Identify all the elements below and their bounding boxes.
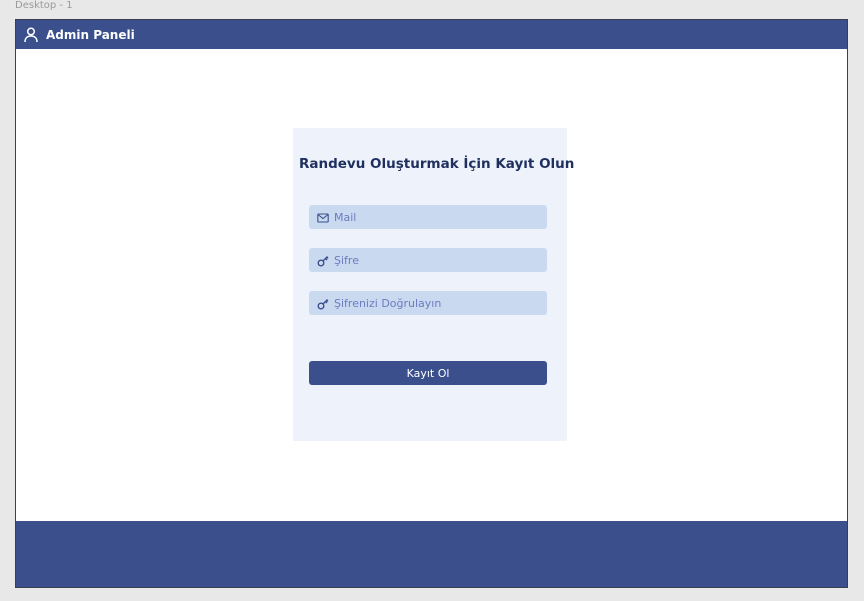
user-icon[interactable] [24, 26, 38, 43]
frame-label: Desktop - 1 [15, 0, 73, 11]
password-field[interactable] [309, 248, 547, 272]
confirm-password-field[interactable] [309, 291, 547, 315]
confirm-password-input[interactable] [334, 293, 534, 313]
key-icon [317, 297, 329, 310]
register-card: Randevu Oluşturmak İçin Kayıt Olun Mail … [293, 128, 575, 441]
email-field[interactable] [309, 205, 547, 229]
email-input[interactable] [334, 207, 534, 227]
top-bar: Admin Paneli [16, 20, 847, 49]
card-title: Randevu Oluşturmak İçin Kayıt Olun [299, 156, 575, 172]
desktop-frame: Admin Paneli Randevu Oluşturmak İçin Kay… [15, 19, 848, 588]
mail-icon [317, 211, 329, 223]
password-input[interactable] [334, 250, 534, 270]
register-button[interactable]: Kayıt Ol [309, 361, 547, 385]
key-icon [317, 254, 329, 267]
app-title: Admin Paneli [46, 27, 135, 42]
footer-bar [16, 521, 847, 587]
